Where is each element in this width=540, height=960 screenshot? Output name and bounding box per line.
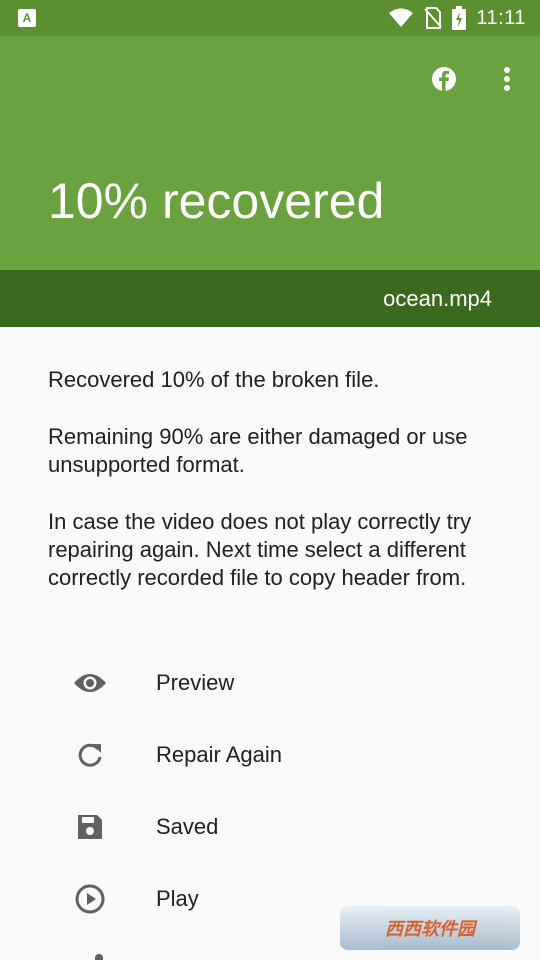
save-icon: [72, 809, 108, 845]
refresh-icon: [72, 737, 108, 773]
play-label: Play: [156, 886, 199, 911]
preview-button[interactable]: Preview: [0, 647, 540, 719]
status-bar: A 11:11: [0, 0, 540, 36]
wifi-icon: [389, 8, 414, 27]
recovery-headline: 10% recovered: [48, 173, 385, 229]
filename-bar: ocean.mp4: [0, 270, 540, 327]
partial-action-icon: [95, 954, 103, 960]
more-options-icon[interactable]: [494, 64, 520, 94]
preview-label: Preview: [156, 670, 235, 695]
repair-again-label: Repair Again: [156, 742, 282, 767]
status-icons: 11:11: [388, 0, 526, 36]
watermark-logo: 西西软件园: [340, 906, 520, 950]
facebook-icon[interactable]: [431, 66, 457, 92]
saved-label: Saved: [156, 814, 219, 839]
saved-button[interactable]: Saved: [0, 791, 540, 863]
message-advice: In case the video does not play correctl…: [48, 509, 472, 590]
clock: 11:11: [476, 6, 526, 29]
app-bar: 10% recovered: [0, 36, 540, 270]
message-remaining: Remaining 90% are either damaged or use …: [48, 424, 468, 477]
message-recovered: Recovered 10% of the broken file.: [48, 367, 380, 392]
recovery-message: Recovered 10% of the broken file. Remain…: [48, 366, 498, 621]
play-icon: [72, 881, 108, 917]
notification-app-icon: A: [18, 9, 36, 27]
no-sim-icon: [424, 7, 443, 29]
repair-again-button[interactable]: Repair Again: [0, 719, 540, 791]
filename: ocean.mp4: [383, 286, 492, 311]
eye-icon: [72, 665, 108, 701]
battery-charging-icon: [452, 6, 467, 30]
